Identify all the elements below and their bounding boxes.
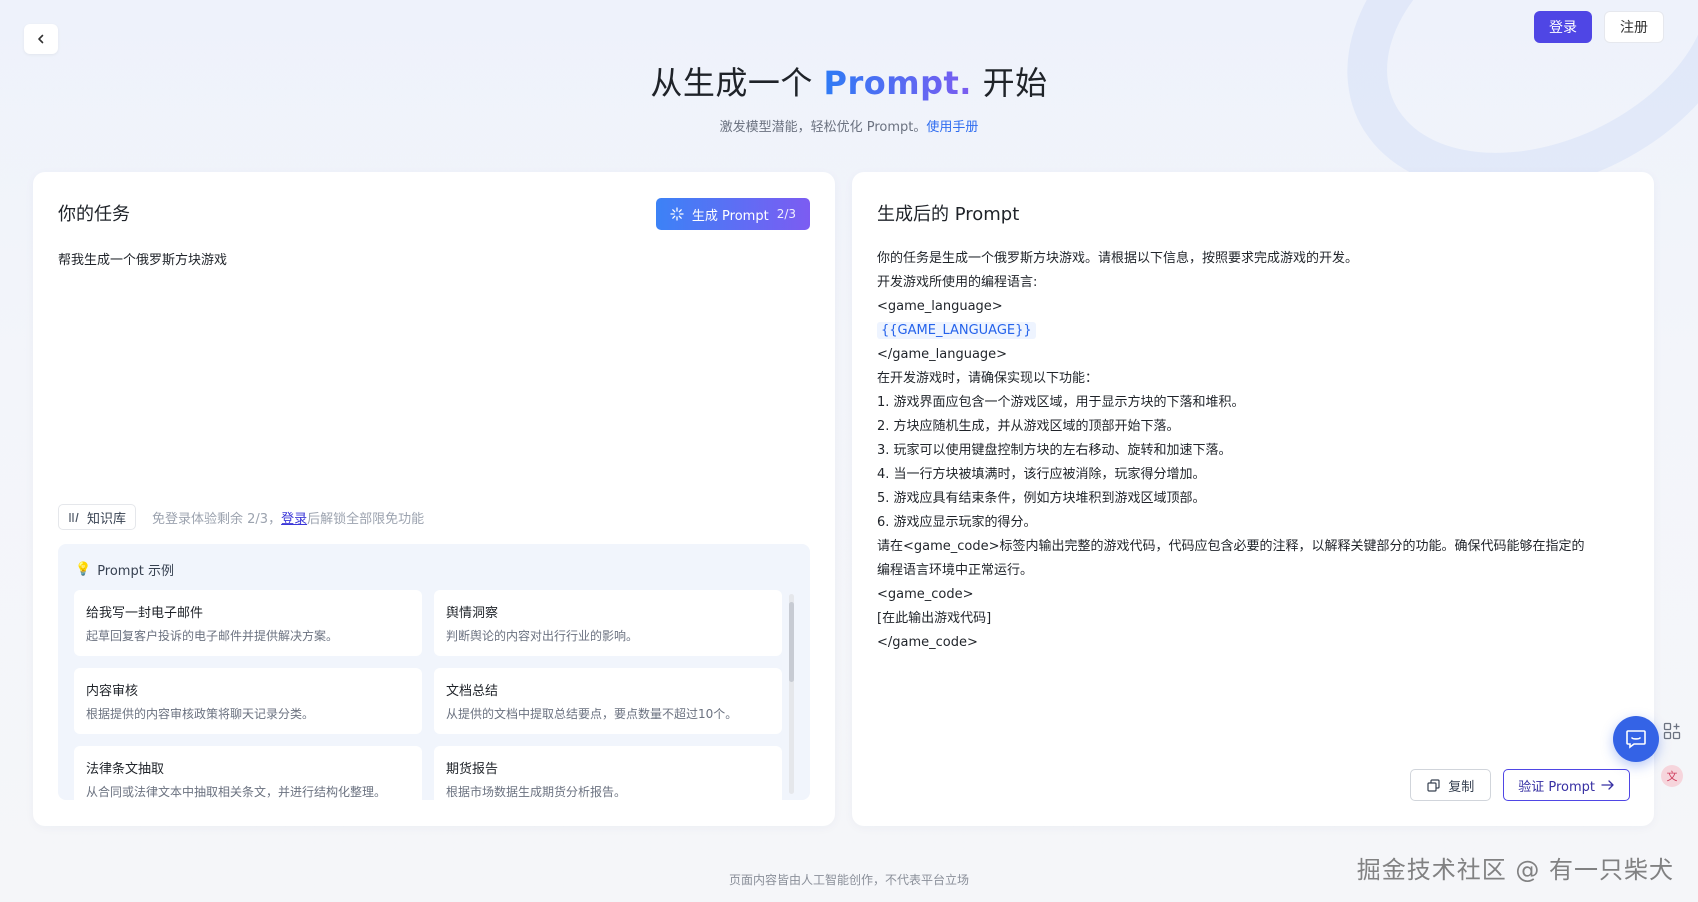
prompt-examples: 💡 Prompt 示例 给我写一封电子邮件起草回复客户投诉的电子邮件并提供解决方… — [58, 544, 810, 800]
register-button[interactable]: 注册 — [1604, 11, 1664, 43]
variable-tag: {{GAME_LANGUAGE}} — [877, 322, 1036, 339]
example-card[interactable]: 法律条文抽取从合同或法律文本中抽取相关条文，并进行结构化整理。 — [74, 746, 422, 800]
page-subtitle: 激发模型潜能，轻松优化 Prompt。使用手册 — [719, 120, 979, 135]
example-desc: 从提供的文档中提取总结要点，要点数量不超过10个。 — [446, 707, 738, 721]
task-input[interactable]: 帮我生成一个俄罗斯方块游戏 — [58, 249, 227, 268]
prompt-line: 开发游戏所使用的编程语言: — [877, 275, 1038, 290]
manual-link[interactable]: 使用手册 — [926, 120, 978, 135]
task-panel: 你的任务 生成 Prompt 2/3 帮我生成一个俄罗斯方块游戏 知识库 免登录… — [33, 172, 835, 826]
example-card[interactable]: 舆情洞察判断舆论的内容对出行行业的影响。 — [434, 590, 782, 656]
prompt-line: {{GAME_LANGUAGE}} — [877, 319, 1637, 343]
prompt-line: 请在<game_code>标签内输出完整的游戏代码，代码应包含必要的注释，以解释… — [877, 539, 1585, 554]
library-icon — [68, 510, 82, 524]
example-title: 内容审核 — [86, 684, 139, 699]
example-title: 法律条文抽取 — [86, 762, 165, 777]
example-card[interactable]: 期货报告根据市场数据生成期货分析报告。 — [434, 746, 782, 800]
example-title: 舆情洞察 — [446, 606, 499, 621]
sparkle-icon — [670, 207, 684, 221]
trial-note: 免登录体验剩余 2/3，登录后解锁全部限免功能 — [152, 511, 425, 527]
example-title: 文档总结 — [446, 684, 499, 699]
example-title: 给我写一封电子邮件 — [86, 606, 204, 621]
apps-icon[interactable] — [1660, 719, 1684, 743]
generated-prompt[interactable]: 你的任务是生成一个俄罗斯方块游戏。请根据以下信息，按照要求完成游戏的开发。 开发游… — [877, 247, 1637, 655]
knowledge-base-button[interactable]: 知识库 — [58, 504, 137, 530]
prompt-line: <game_code> — [877, 587, 974, 602]
arrow-right-icon — [1601, 780, 1614, 790]
example-card[interactable]: 内容审核根据提供的内容审核政策将聊天记录分类。 — [74, 668, 422, 734]
title-accent: Prompt. — [823, 64, 972, 102]
generate-prompt-button[interactable]: 生成 Prompt 2/3 — [655, 198, 810, 230]
example-card[interactable]: 文档总结从提供的文档中提取总结要点，要点数量不超过10个。 — [434, 668, 782, 734]
examples-scrollbar[interactable] — [789, 594, 794, 794]
prompt-line: 5. 游戏应具有结束条件，例如方块堆积到游戏区域顶部。 — [877, 491, 1206, 506]
page-title: 从生成一个 Prompt. 开始 — [650, 64, 1048, 102]
example-desc: 从合同或法律文本中抽取相关条文，并进行结构化整理。 — [86, 785, 387, 799]
prompt-line: 6. 游戏应显示玩家的得分。 — [877, 515, 1037, 530]
prompt-line: 你的任务是生成一个俄罗斯方块游戏。请根据以下信息，按照要求完成游戏的开发。 — [877, 251, 1359, 266]
prompt-line: [在此输出游戏代码] — [877, 611, 992, 626]
prompt-line: 4. 当一行方块被填满时，该行应被消除，玩家得分增加。 — [877, 467, 1206, 482]
knowledge-row: 知识库 免登录体验剩余 2/3，登录后解锁全部限免功能 — [58, 504, 424, 530]
trial-login-link[interactable]: 登录 — [281, 512, 307, 527]
chat-icon — [1626, 730, 1646, 749]
prompt-line: 2. 方块应随机生成，并从游戏区域的顶部开始下落。 — [877, 419, 1180, 434]
prompt-line: <game_language> — [877, 299, 1003, 314]
result-panel: 生成后的 Prompt 你的任务是生成一个俄罗斯方块游戏。请根据以下信息，按照要… — [852, 172, 1654, 826]
result-panel-title: 生成后的 Prompt — [877, 204, 1020, 225]
watermark: 掘金技术社区 @ 有一只柴犬 — [1356, 856, 1674, 884]
examples-header: 💡 Prompt 示例 — [75, 562, 174, 579]
example-title: 期货报告 — [446, 762, 499, 777]
svg-text:文: 文 — [1667, 769, 1678, 783]
example-desc: 根据提供的内容审核政策将聊天记录分类。 — [86, 707, 315, 721]
bulb-icon: 💡 — [75, 562, 92, 577]
prompt-line: 在开发游戏时，请确保实现以下功能： — [877, 371, 1099, 386]
generate-count: 2/3 — [776, 207, 796, 221]
example-card[interactable]: 给我写一封电子邮件起草回复客户投诉的电子邮件并提供解决方案。 — [74, 590, 422, 656]
copy-icon — [1427, 778, 1440, 792]
chevron-left-icon — [38, 34, 44, 44]
login-button[interactable]: 登录 — [1534, 11, 1592, 43]
scrollbar-thumb[interactable] — [789, 602, 794, 682]
prompt-line: 编程语言环境中正常运行。 — [877, 563, 1034, 578]
example-desc: 根据市场数据生成期货分析报告。 — [446, 785, 627, 799]
hero: 从生成一个 Prompt. 开始 激发模型潜能，轻松优化 Prompt。使用手册 — [0, 58, 1698, 135]
translate-icon[interactable]: 文 — [1660, 764, 1684, 788]
top-actions: 登录 注册 — [1534, 11, 1664, 43]
example-desc: 判断舆论的内容对出行行业的影响。 — [446, 629, 639, 643]
prompt-line: </game_language> — [877, 347, 1008, 362]
prompt-line: </game_code> — [877, 635, 978, 650]
prompt-line: 1. 游戏界面应包含一个游戏区域，用于显示方块的下落和堆积。 — [877, 395, 1245, 410]
prompt-line: 3. 玩家可以使用键盘控制方块的左右移动、旋转和加速下落。 — [877, 443, 1232, 458]
verify-prompt-button[interactable]: 验证 Prompt — [1503, 769, 1630, 801]
back-button[interactable] — [24, 24, 58, 54]
chat-float-button[interactable] — [1613, 716, 1659, 762]
example-desc: 起草回复客户投诉的电子邮件并提供解决方案。 — [86, 629, 339, 643]
copy-button[interactable]: 复制 — [1410, 769, 1492, 801]
result-actions: 复制 验证 Prompt — [1410, 769, 1630, 801]
examples-grid: 给我写一封电子邮件 起草回复客户投诉的电子邮件并提供解决方案。 舆情洞察 判断舆论的内… — [74, 590, 794, 800]
task-panel-title: 你的任务 — [58, 204, 130, 225]
